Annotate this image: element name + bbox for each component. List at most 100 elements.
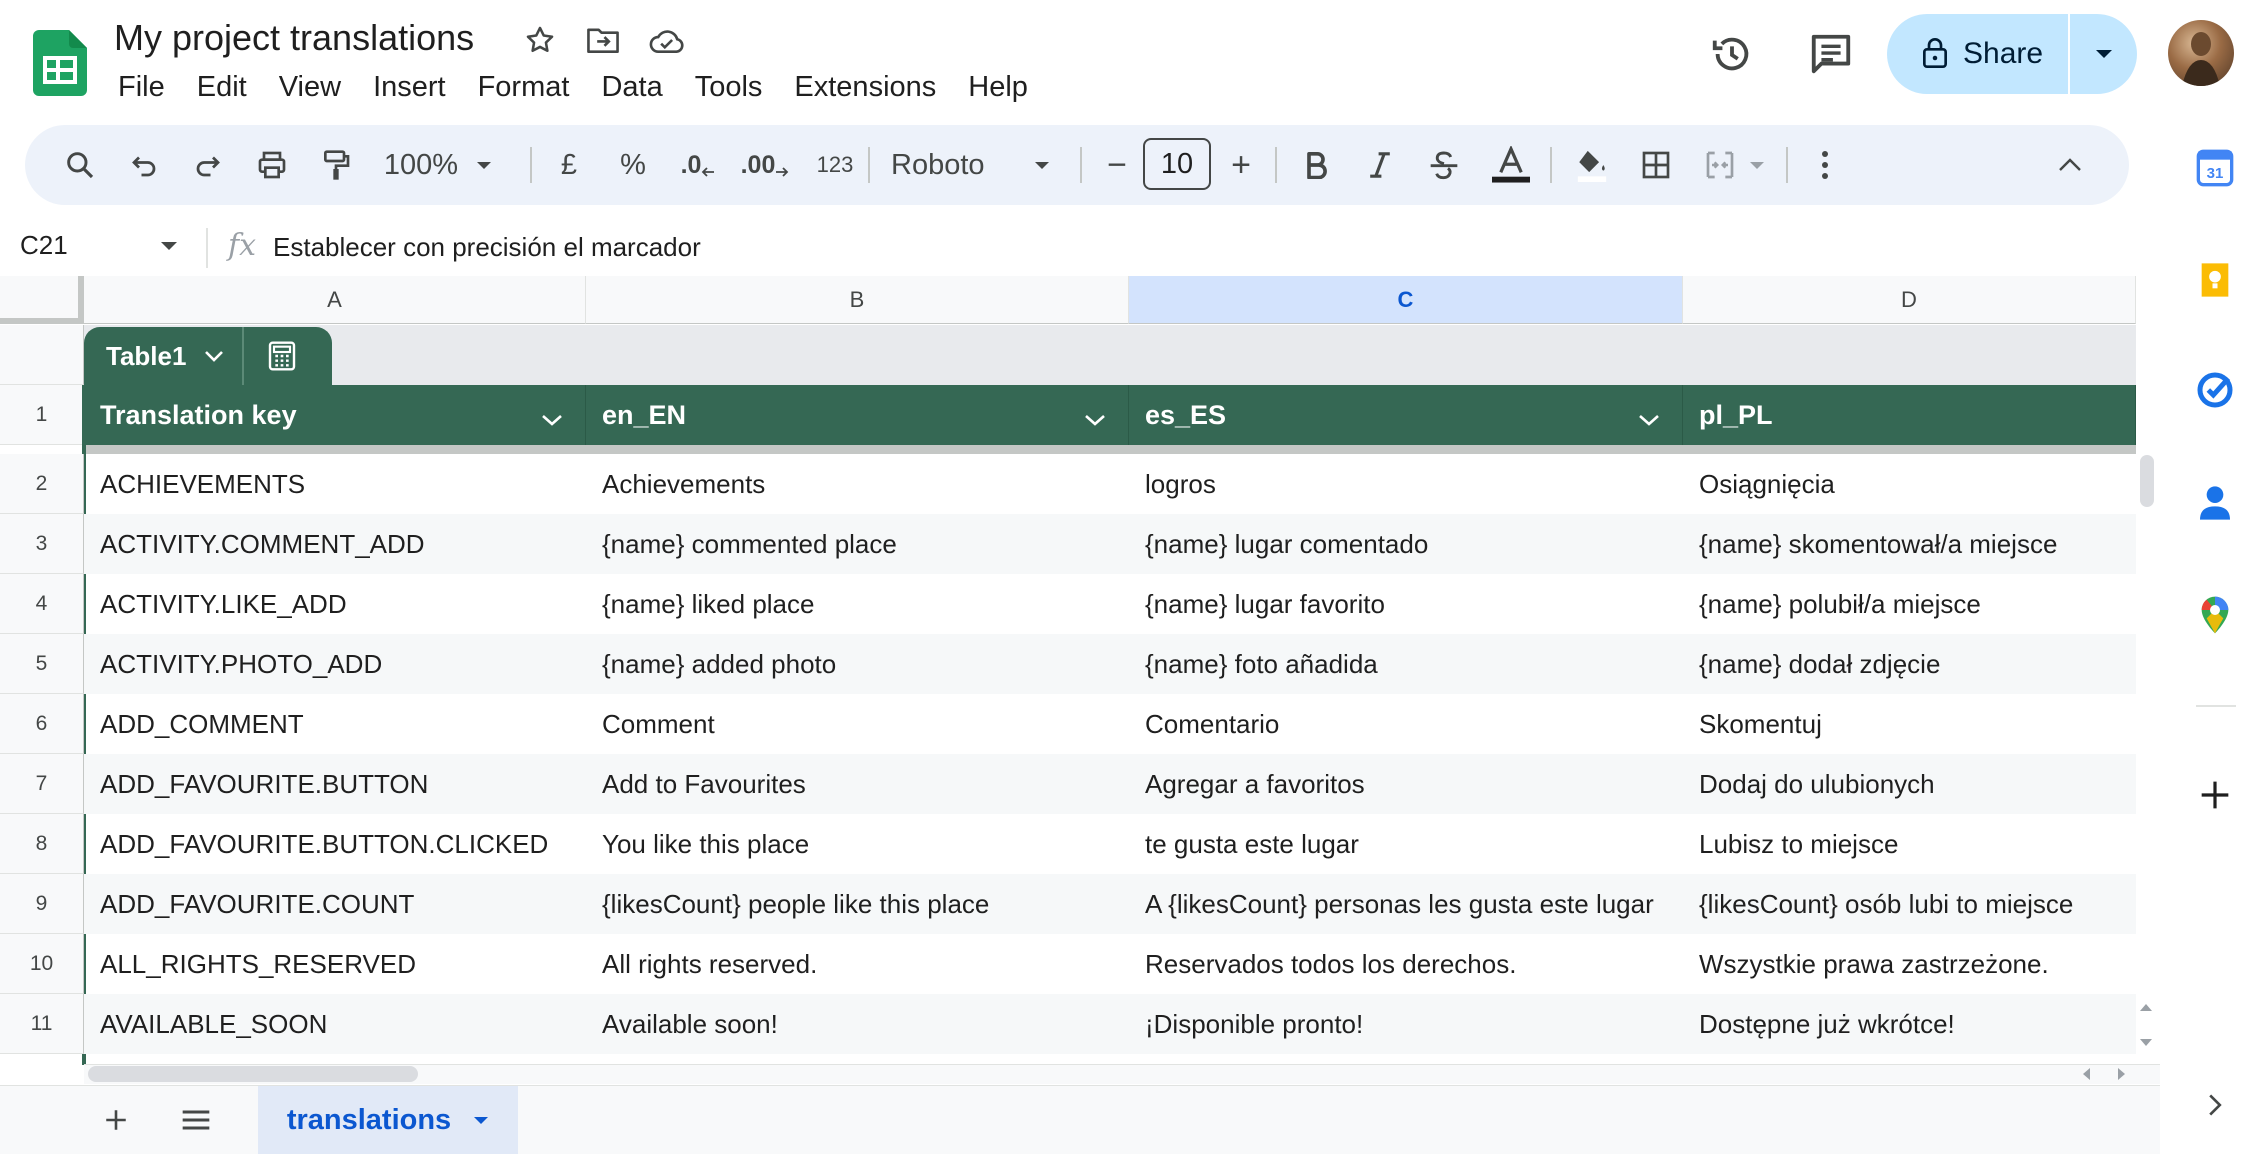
menu-view[interactable]: View: [263, 71, 357, 104]
menu-insert[interactable]: Insert: [357, 71, 462, 104]
expand-panel-icon[interactable]: [2190, 1080, 2240, 1130]
menu-help[interactable]: Help: [952, 71, 1044, 104]
table-cell-es-es[interactable]: A {likesCount} personas les gusta este l…: [1129, 874, 1683, 934]
history-icon[interactable]: [1704, 26, 1760, 82]
contacts-icon[interactable]: [2190, 478, 2240, 528]
horizontal-scrollbar[interactable]: [88, 1066, 418, 1082]
merge-dropdown-icon[interactable]: [1745, 125, 1769, 205]
row-header[interactable]: 2: [0, 454, 84, 514]
sheet-tab-translations[interactable]: translations: [258, 1086, 518, 1154]
table-cell-pl-pl[interactable]: {name} skomentował/a miejsce: [1683, 514, 2136, 574]
font-select[interactable]: Roboto: [891, 125, 1021, 205]
table-cell-en-en[interactable]: {name} liked place: [586, 574, 1129, 634]
table-cell-es-es[interactable]: {name} foto añadida: [1129, 634, 1683, 694]
cloud-status-icon[interactable]: [647, 20, 687, 60]
add-icon[interactable]: [2190, 770, 2240, 820]
calendar-icon[interactable]: 31: [2190, 143, 2240, 193]
chevron-down-icon[interactable]: [1638, 403, 1660, 434]
table-cell-en-en[interactable]: Add to Favourites: [586, 754, 1129, 814]
table-cell-en-en[interactable]: Available soon!: [586, 994, 1129, 1054]
table-cell-pl-pl[interactable]: Skomentuj: [1683, 694, 2136, 754]
table-cell-es-es[interactable]: Comentario: [1129, 694, 1683, 754]
italic-icon[interactable]: [1357, 125, 1403, 205]
text-color-icon[interactable]: [1485, 125, 1537, 205]
table-cell-es-es[interactable]: Agregar a favoritos: [1129, 754, 1683, 814]
table-cell-pl-pl[interactable]: Dostępne już wkrótce!: [1683, 994, 2136, 1054]
row-header-1[interactable]: 1: [0, 385, 84, 445]
table-cell-translation-key[interactable]: AVAILABLE_SOON: [84, 994, 586, 1054]
add-sheet-icon[interactable]: [96, 1100, 136, 1140]
maps-icon[interactable]: [2190, 590, 2240, 640]
row-header[interactable]: 4: [0, 574, 84, 634]
share-button[interactable]: Share: [1887, 14, 2137, 94]
merge-cells-icon[interactable]: [1695, 125, 1745, 205]
menu-data[interactable]: Data: [585, 71, 678, 104]
table-header-es-es[interactable]: es_ES: [1129, 385, 1683, 445]
table-cell-en-en[interactable]: You like this place: [586, 814, 1129, 874]
name-box-dropdown-icon[interactable]: [160, 238, 178, 256]
select-all-corner[interactable]: [0, 276, 84, 324]
scroll-up-icon[interactable]: [2138, 1000, 2154, 1018]
row-header[interactable]: 3: [0, 514, 84, 574]
table-cell-translation-key[interactable]: ALL_RIGHTS_RESERVED: [84, 934, 586, 994]
chevron-down-icon[interactable]: [204, 350, 224, 362]
table-cell-pl-pl[interactable]: Dodaj do ulubionych: [1683, 754, 2136, 814]
table-cell-pl-pl[interactable]: Wszystkie prawa zastrzeżone.: [1683, 934, 2136, 994]
percent-format-button[interactable]: %: [611, 125, 655, 205]
menu-edit[interactable]: Edit: [181, 71, 263, 104]
number-format-button[interactable]: 123: [805, 125, 865, 205]
table-cell-pl-pl[interactable]: Lubisz to miejsce: [1683, 814, 2136, 874]
font-size-input[interactable]: 10: [1143, 138, 1211, 190]
font-dropdown-icon[interactable]: [1027, 125, 1057, 205]
table-cell-en-en[interactable]: Comment: [586, 694, 1129, 754]
calculator-icon[interactable]: [266, 340, 298, 372]
row-header[interactable]: 11: [0, 994, 84, 1054]
decrease-decimal-button[interactable]: .0: [675, 125, 721, 205]
row-header[interactable]: 7: [0, 754, 84, 814]
strikethrough-icon[interactable]: [1421, 125, 1467, 205]
row-header[interactable]: 6: [0, 694, 84, 754]
table-cell-es-es[interactable]: ¡Disponible pronto!: [1129, 994, 1683, 1054]
row-header[interactable]: 8: [0, 814, 84, 874]
bold-icon[interactable]: [1293, 125, 1339, 205]
document-title[interactable]: My project translations: [114, 17, 474, 59]
name-box[interactable]: C21: [20, 230, 68, 261]
table-cell-es-es[interactable]: logros: [1129, 454, 1683, 514]
all-sheets-icon[interactable]: [174, 1100, 218, 1140]
table-header-en-en[interactable]: en_EN: [586, 385, 1129, 445]
share-options-arrow[interactable]: [2070, 14, 2137, 94]
column-header-c[interactable]: C: [1129, 276, 1683, 324]
table-cell-es-es[interactable]: te gusta este lugar: [1129, 814, 1683, 874]
table-cell-pl-pl[interactable]: {name} polubił/a miejsce: [1683, 574, 2136, 634]
table-cell-en-en[interactable]: {likesCount} people like this place: [586, 874, 1129, 934]
move-icon[interactable]: [583, 20, 623, 60]
table-header-pl-pl[interactable]: pl_PL: [1683, 385, 2136, 445]
table-cell-translation-key[interactable]: ADD_FAVOURITE.COUNT: [84, 874, 586, 934]
table-cell-en-en[interactable]: All rights reserved.: [586, 934, 1129, 994]
increase-decimal-button[interactable]: .00: [737, 125, 793, 205]
column-header-d[interactable]: D: [1683, 276, 2136, 324]
menu-format[interactable]: Format: [462, 71, 586, 104]
row-header[interactable]: 9: [0, 874, 84, 934]
fill-color-icon[interactable]: [1567, 125, 1617, 205]
table-cell-translation-key[interactable]: ACTIVITY.COMMENT_ADD: [84, 514, 586, 574]
table-cell-translation-key[interactable]: ADD_FAVOURITE.BUTTON: [84, 754, 586, 814]
avatar[interactable]: [2168, 20, 2234, 86]
scroll-left-icon[interactable]: [2080, 1066, 2094, 1087]
table-header-translation-key[interactable]: Translation key: [84, 385, 586, 445]
borders-icon[interactable]: [1631, 125, 1681, 205]
table-cell-es-es[interactable]: {name} lugar favorito: [1129, 574, 1683, 634]
keep-icon[interactable]: [2190, 255, 2240, 305]
table-cell-en-en[interactable]: Achievements: [586, 454, 1129, 514]
table-cell-translation-key[interactable]: ACTIVITY.LIKE_ADD: [84, 574, 586, 634]
zoom-dropdown-icon[interactable]: [469, 125, 499, 205]
search-menus-icon[interactable]: [55, 125, 105, 205]
menu-file[interactable]: File: [102, 71, 181, 104]
table-cell-translation-key[interactable]: ADD_FAVOURITE.BUTTON.CLICKED: [84, 814, 586, 874]
sheets-logo[interactable]: [33, 30, 87, 96]
increase-font-size-button[interactable]: +: [1221, 125, 1261, 205]
scroll-right-icon[interactable]: [2114, 1066, 2128, 1087]
column-header-a[interactable]: A: [84, 276, 586, 324]
decrease-font-size-button[interactable]: −: [1097, 125, 1137, 205]
scroll-down-icon[interactable]: [2138, 1036, 2154, 1054]
